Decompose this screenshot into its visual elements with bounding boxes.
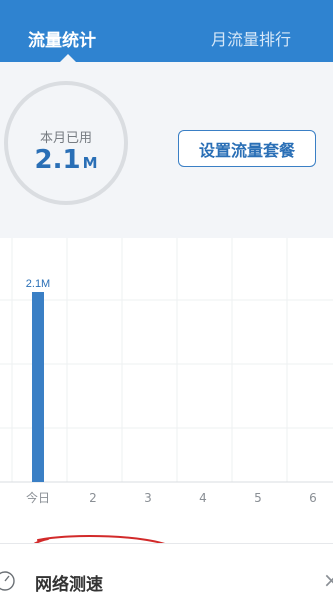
- set-data-plan-button[interactable]: 设置流量套餐: [178, 130, 316, 167]
- speed-test-label: 网络测速: [35, 575, 103, 595]
- x-tick-label: 今日: [26, 490, 50, 505]
- used-value: 2.1 M: [8, 145, 124, 175]
- used-label: 本月已用: [39, 131, 92, 146]
- usage-ring: 本月已用 2.1 M: [4, 81, 128, 205]
- active-tab-indicator: [60, 54, 76, 62]
- chart-canvas: 2.1M 今日 2 3 4 5 6: [0, 238, 333, 505]
- daily-usage-chart: 2.1M 今日 2 3 4 5 6: [0, 238, 333, 514]
- usage-summary-panel: 本月已用 2.1 M 设置流量套餐: [0, 62, 333, 238]
- tab-traffic-stats[interactable]: 流量统计: [28, 26, 96, 51]
- used-number: 2.1: [34, 145, 81, 175]
- x-tick-label: 5: [254, 491, 262, 505]
- tab-monthly-ranking[interactable]: 月流量排行: [211, 26, 291, 49]
- bar-data-label: 2.1M: [26, 278, 50, 290]
- x-tick-label: 2: [89, 491, 97, 505]
- speed-test-row[interactable]: 网络测速 ×: [0, 543, 333, 605]
- x-tick-label: 4: [199, 491, 207, 505]
- x-tick-label: 3: [144, 491, 152, 505]
- top-tab-bar: 流量统计 月流量排行: [0, 0, 333, 62]
- bar-0: [32, 292, 44, 482]
- speedometer-icon: [0, 571, 15, 591]
- x-tick-label: 6: [309, 491, 317, 505]
- close-icon[interactable]: ×: [323, 568, 333, 592]
- used-unit: M: [82, 154, 98, 172]
